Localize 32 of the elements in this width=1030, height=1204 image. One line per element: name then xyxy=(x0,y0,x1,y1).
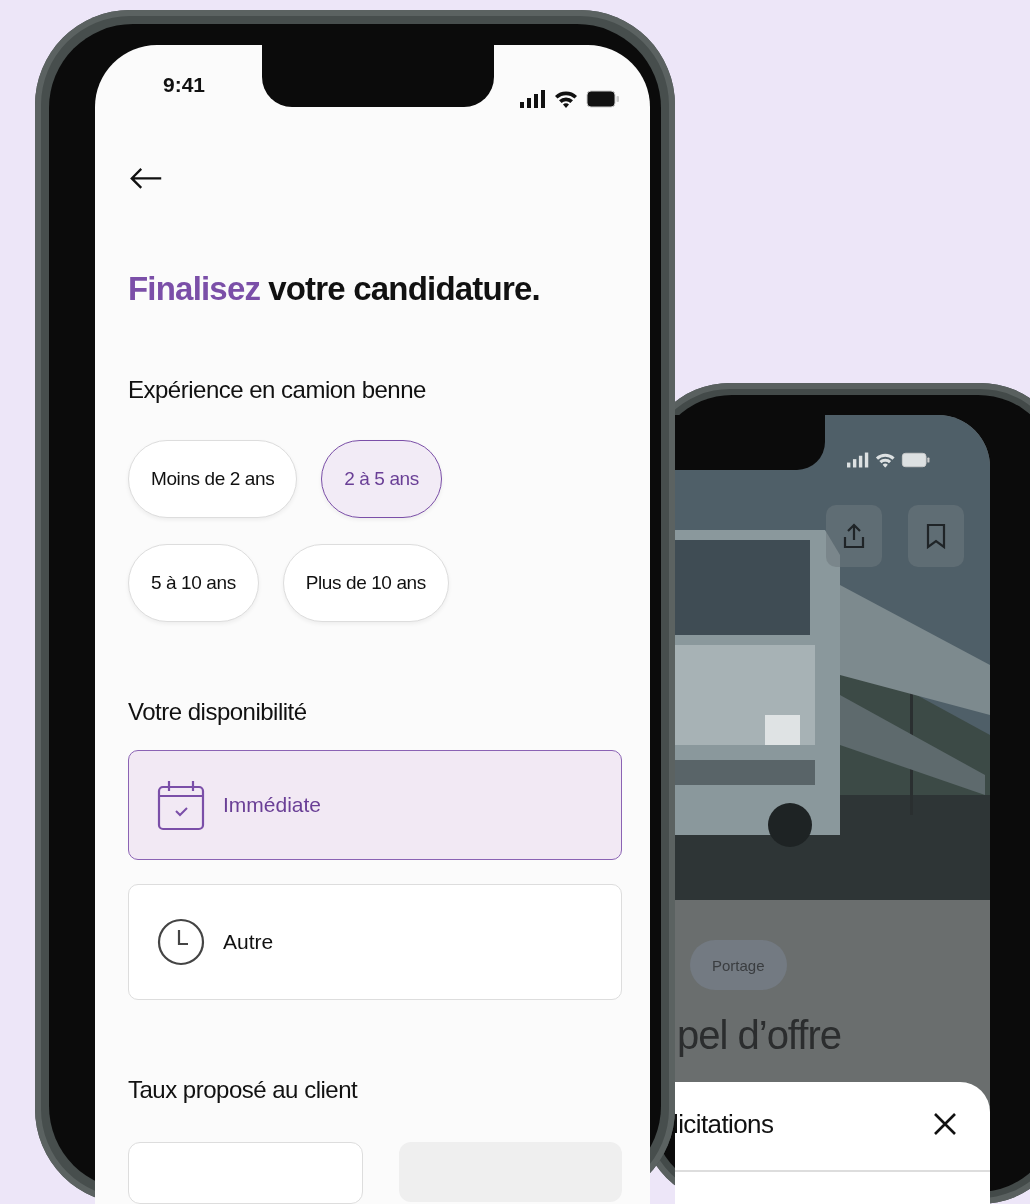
option-chip[interactable]: Plus de 10 ans xyxy=(282,543,449,622)
section-heading: Votre disponibilité xyxy=(128,697,308,726)
option-chip[interactable]: 5 à 10 ans xyxy=(128,543,259,622)
share-button[interactable] xyxy=(826,505,882,567)
page-title: votre candidature. xyxy=(268,269,540,308)
bookmark-button[interactable] xyxy=(908,505,964,567)
share-icon xyxy=(842,522,866,550)
section-heading: Taux proposé au client xyxy=(128,1076,359,1104)
wifi-icon xyxy=(875,452,896,468)
status-time: 9:41 xyxy=(163,72,206,97)
signal-icon xyxy=(520,89,546,108)
calendar-icon xyxy=(157,778,205,831)
title-highlight: Finalisez xyxy=(128,269,261,308)
section-heading: Expérience en camion benne xyxy=(128,375,427,404)
availability-option[interactable]: Autre xyxy=(128,883,622,1000)
option-label: Autre xyxy=(223,929,274,954)
option-chip[interactable]: 2 à 5 ans xyxy=(321,439,442,518)
offer-title: pel d’offre xyxy=(677,1013,841,1058)
close-icon[interactable] xyxy=(933,1112,957,1136)
sheet-title: licitations xyxy=(675,1109,774,1140)
category-tag: Portage xyxy=(690,940,787,990)
wifi-icon xyxy=(554,89,578,108)
battery-icon xyxy=(901,452,931,468)
input-field[interactable] xyxy=(128,1142,363,1204)
back-arrow-icon[interactable] xyxy=(128,166,164,190)
option-label: Immédiate xyxy=(223,792,322,817)
availability-option[interactable]: Immédiate xyxy=(128,749,622,860)
bookmark-icon xyxy=(926,523,946,549)
clock-icon xyxy=(157,917,205,966)
option-chip[interactable]: Moins de 2 ans xyxy=(128,439,298,518)
signal-icon xyxy=(847,452,870,468)
battery-icon xyxy=(586,89,620,108)
